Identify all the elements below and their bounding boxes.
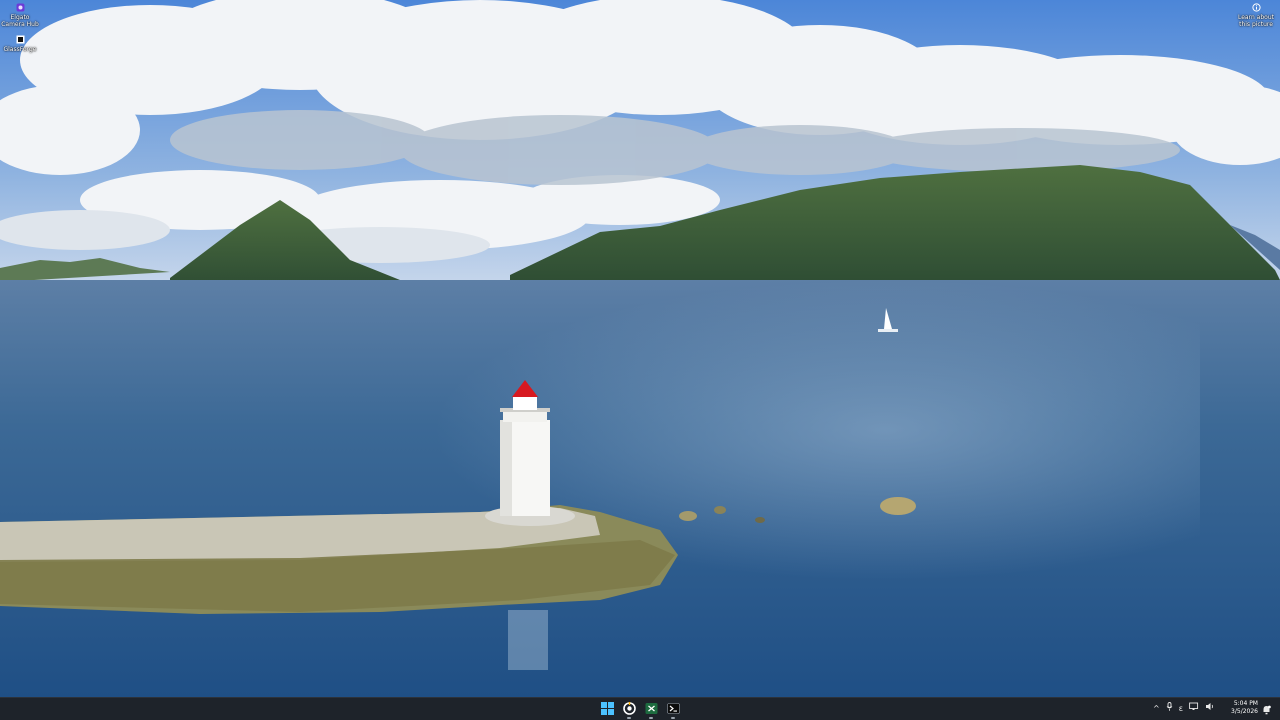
desktop-icon-label: Elgato Camera Hub: [1, 14, 39, 28]
taskbar-app-1[interactable]: [621, 700, 637, 719]
info-icon: [1251, 2, 1262, 13]
desktop-icon-elgato-camera-hub[interactable]: Elgato Camera Hub: [0, 2, 40, 28]
lighthouse-wallpaper: [0, 0, 1280, 697]
notification-bell-icon: [1262, 700, 1271, 719]
running-indicator: [627, 717, 631, 719]
microphone-icon[interactable]: [1163, 700, 1176, 718]
clock-date: 3/5/2026: [1231, 708, 1258, 715]
terminal-app-icon: [666, 700, 680, 719]
learn-about-picture-label: Learn about this picture: [1238, 14, 1274, 28]
windows-start-icon: [600, 700, 614, 719]
desktop-wallpaper: Elgato Camera Hub GlassForge Learn about…: [0, 0, 1280, 697]
system-tray: ^ ε: [1150, 700, 1218, 718]
taskbar: ^ ε 5:04 PM 3/5/2026: [0, 697, 1280, 720]
learn-about-picture-button[interactable]: Learn about this picture: [1236, 2, 1276, 28]
taskbar-app-3[interactable]: [665, 700, 681, 719]
input-method-indicator[interactable]: ε: [1176, 700, 1186, 718]
desktop-icon-glassforge[interactable]: GlassForge: [0, 34, 40, 53]
volume-icon[interactable]: [1202, 700, 1218, 718]
target-app-icon: [622, 700, 636, 719]
clock[interactable]: 5:04 PM 3/5/2026: [1224, 700, 1258, 716]
glassforge-icon: [15, 34, 26, 45]
excel-like-icon: [645, 700, 658, 719]
camera-hub-icon: [15, 2, 26, 13]
taskbar-app-2[interactable]: [643, 700, 659, 719]
start-button[interactable]: [599, 701, 615, 717]
desktop-icon-label: GlassForge: [3, 46, 37, 53]
network-icon[interactable]: [1186, 700, 1202, 718]
show-hidden-icons-chevron-icon[interactable]: ^: [1150, 700, 1163, 718]
running-indicator: [649, 717, 653, 719]
clock-time: 5:04 PM: [1233, 700, 1258, 707]
running-indicator: [671, 717, 675, 719]
notifications-button[interactable]: [1260, 702, 1272, 716]
